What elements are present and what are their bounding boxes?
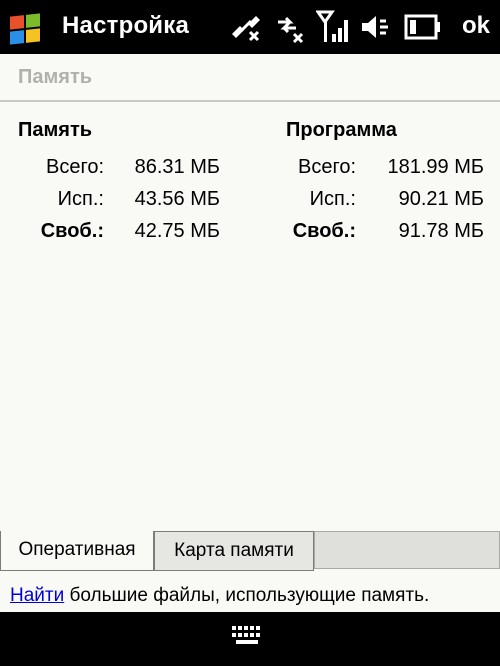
volume-icon[interactable] [358, 10, 394, 44]
program-used-value: 90.21 МБ [398, 188, 484, 210]
memory-total-value: 86.31 МБ [134, 156, 220, 178]
memory-free-value: 42.75 МБ [134, 220, 220, 242]
tab-ram[interactable]: Оперативная [0, 531, 154, 571]
connectivity-icon[interactable] [228, 10, 264, 44]
data-connection-icon[interactable] [272, 10, 308, 44]
signal-icon[interactable] [316, 10, 352, 44]
keyboard-icon[interactable] [230, 624, 264, 646]
hint-text: большие файлы, использующие память. [64, 585, 430, 606]
program-free-value: 91.78 МБ [398, 220, 484, 242]
program-total-label: Всего: [298, 156, 356, 178]
memory-free-label: Своб.: [40, 220, 104, 242]
memory-used-label: Исп.: [57, 188, 104, 210]
ok-button[interactable]: ok [462, 12, 490, 40]
tab-bar: Оперативная Карта памяти [0, 531, 500, 571]
title-bar: Настройка ok [0, 0, 500, 54]
battery-icon[interactable] [402, 10, 442, 44]
windows-start-icon[interactable] [6, 7, 46, 47]
tab-memory-card[interactable]: Карта памяти [154, 531, 314, 571]
program-total-value: 181.99 МБ [387, 156, 484, 178]
memory-column-title: Память [18, 119, 93, 141]
section-title: Память [18, 66, 93, 88]
program-column-title: Программа [286, 119, 397, 141]
window-title: Настройка [62, 12, 190, 39]
memory-total-label: Всего: [46, 156, 104, 178]
screen: Настройка ok Память Память Всего: 86.31 … [0, 0, 500, 666]
section-header: Память [0, 54, 500, 102]
program-free-label: Своб.: [292, 220, 356, 242]
tab-bar-filler [314, 531, 500, 569]
find-link[interactable]: Найти [10, 585, 64, 606]
program-used-label: Исп.: [309, 188, 356, 210]
find-large-files-hint: Найти большие файлы, использующие память… [10, 585, 429, 607]
memory-used-value: 43.56 МБ [134, 188, 220, 210]
